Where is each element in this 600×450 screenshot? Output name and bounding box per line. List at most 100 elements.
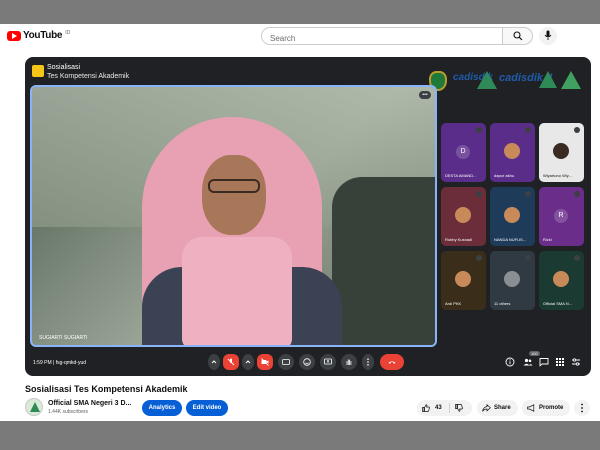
participant-count-badge: 100 [529, 351, 540, 356]
main-speaker-tile[interactable]: ••• SUGIARTI SUGIARTI [30, 85, 437, 347]
more-options-button[interactable] [362, 354, 374, 370]
emoji-icon [303, 358, 311, 366]
meeting-title: Sosialisasi [47, 64, 81, 71]
top-frame-band [0, 0, 600, 24]
meeting-controls-bar: 1:59 PM | fsg-qmkd-yud 100 [25, 351, 591, 376]
muted-mic-icon [574, 127, 580, 133]
subscriber-count: 1.44K subscribers [48, 409, 89, 415]
time-and-code: 1:59 PM | fsg-qmkd-yud [33, 360, 87, 366]
activities-grid-icon[interactable] [555, 357, 565, 367]
promote-button[interactable]: Promote [522, 400, 570, 416]
more-options-icon[interactable]: ••• [419, 91, 431, 99]
main-speaker-name: SUGIARTI SUGIARTI [39, 335, 88, 341]
meeting-info-icon[interactable] [505, 357, 515, 367]
search-icon [513, 31, 523, 41]
more-vertical-icon [367, 358, 369, 366]
muted-mic-icon [476, 127, 482, 133]
channel-avatar[interactable] [25, 398, 43, 416]
share-icon [482, 404, 491, 412]
mic-options-button[interactable] [208, 354, 220, 370]
muted-mic-icon [525, 191, 531, 197]
participant-avatar [553, 271, 569, 287]
car-seat-background [332, 177, 435, 345]
bottom-frame-band [0, 421, 600, 450]
analytics-button[interactable]: Analytics [142, 400, 182, 416]
camera-off-icon [261, 358, 269, 366]
camera-off-button[interactable] [257, 354, 273, 370]
participant-tile[interactable]: Robby Kusnadi [441, 187, 486, 246]
share-button[interactable]: Share [477, 400, 518, 416]
participant-avatar [553, 143, 569, 159]
microphone-off-button[interactable] [223, 354, 239, 370]
participant-tile[interactable]: dapur akhu [490, 123, 535, 182]
participant-avatar [455, 271, 471, 287]
search-button[interactable] [503, 27, 533, 45]
video-player[interactable]: Sosialisasi Tes Kompetensi Akademik cadi… [25, 57, 591, 376]
participant-tile[interactable]: Wiyartono Wiy... [539, 123, 584, 182]
meeting-code: fsg-qmkd-yud [55, 360, 87, 366]
participant-name: Ardi PKK [445, 301, 462, 306]
leave-call-button[interactable] [380, 354, 404, 370]
participant-avatar [504, 207, 520, 223]
present-screen-icon [324, 358, 332, 365]
chat-icon[interactable] [539, 357, 549, 367]
participant-name: Robby Kusnadi [445, 237, 473, 242]
channel-name[interactable]: Official SMA Negeri 3 D... [48, 400, 131, 407]
participant-name: DESTA AMAND... [445, 173, 477, 178]
muted-mic-icon [574, 191, 580, 197]
participant-tile[interactable]: D DESTA AMAND... [441, 123, 486, 182]
voice-search-button[interactable] [539, 27, 557, 45]
like-dislike-group: 43 [417, 400, 472, 416]
participant-avatar [504, 143, 520, 159]
participant-avatar [455, 207, 471, 223]
speaker-glasses [208, 179, 260, 193]
participant-avatar: D [456, 145, 470, 159]
participant-tile[interactable]: Ardi PKK [441, 251, 486, 310]
like-divider [449, 403, 450, 413]
present-screen-button[interactable] [320, 354, 336, 370]
sponsor-logos: cadisdik cadisdik II [429, 67, 583, 97]
camera-options-button[interactable] [242, 354, 254, 370]
captions-icon [282, 359, 290, 365]
participant-avatar: R [554, 209, 568, 223]
more-actions-button[interactable] [574, 400, 590, 416]
presentation-icon [32, 65, 44, 77]
host-controls-icon[interactable] [571, 357, 581, 367]
thumbs-down-icon[interactable] [455, 404, 463, 412]
speaker-face [202, 155, 266, 235]
edit-video-button[interactable]: Edit video [186, 400, 228, 416]
people-icon[interactable] [523, 357, 533, 367]
speaker-scarf [182, 237, 292, 345]
microphone-icon [544, 30, 552, 40]
youtube-brand-text: YouTube [23, 30, 63, 41]
participant-tile[interactable]: R Rizki [539, 187, 584, 246]
triangle-logo [561, 71, 581, 89]
hang-up-icon [388, 361, 396, 364]
participant-name: Rizki [543, 237, 552, 242]
triangle-logo [539, 71, 557, 88]
search-input[interactable] [262, 30, 502, 47]
participant-avatar [504, 271, 520, 287]
emoji-reaction-button[interactable] [299, 354, 315, 370]
raise-hand-button[interactable] [341, 354, 357, 370]
meeting-subtitle: Tes Kompetensi Akademik [47, 73, 130, 80]
megaphone-icon [527, 404, 535, 412]
participant-tile[interactable]: 11 others [490, 251, 535, 310]
video-title: Sosialisasi Tes Kompetensi Akademik [25, 384, 188, 394]
captions-button[interactable] [278, 354, 294, 370]
thumbs-up-icon[interactable] [422, 404, 430, 412]
chevron-up-icon [245, 360, 251, 364]
country-code: ID [65, 29, 71, 36]
participant-name: dapur akhu [494, 173, 515, 178]
muted-mic-icon [525, 255, 531, 261]
chevron-up-icon [211, 360, 217, 364]
search-box [261, 27, 503, 47]
participant-name: Wiyartono Wiy... [543, 173, 572, 178]
participant-tile[interactable]: Official SMA N... [539, 251, 584, 310]
meeting-time: 1:59 PM [33, 360, 52, 366]
youtube-logo[interactable]: YouTube ID [7, 30, 70, 41]
participant-tile[interactable]: NANDA NUFUS... [490, 187, 535, 246]
participant-name: 11 others [494, 301, 511, 306]
youtube-play-icon [7, 30, 21, 41]
like-count: 43 [435, 405, 442, 411]
